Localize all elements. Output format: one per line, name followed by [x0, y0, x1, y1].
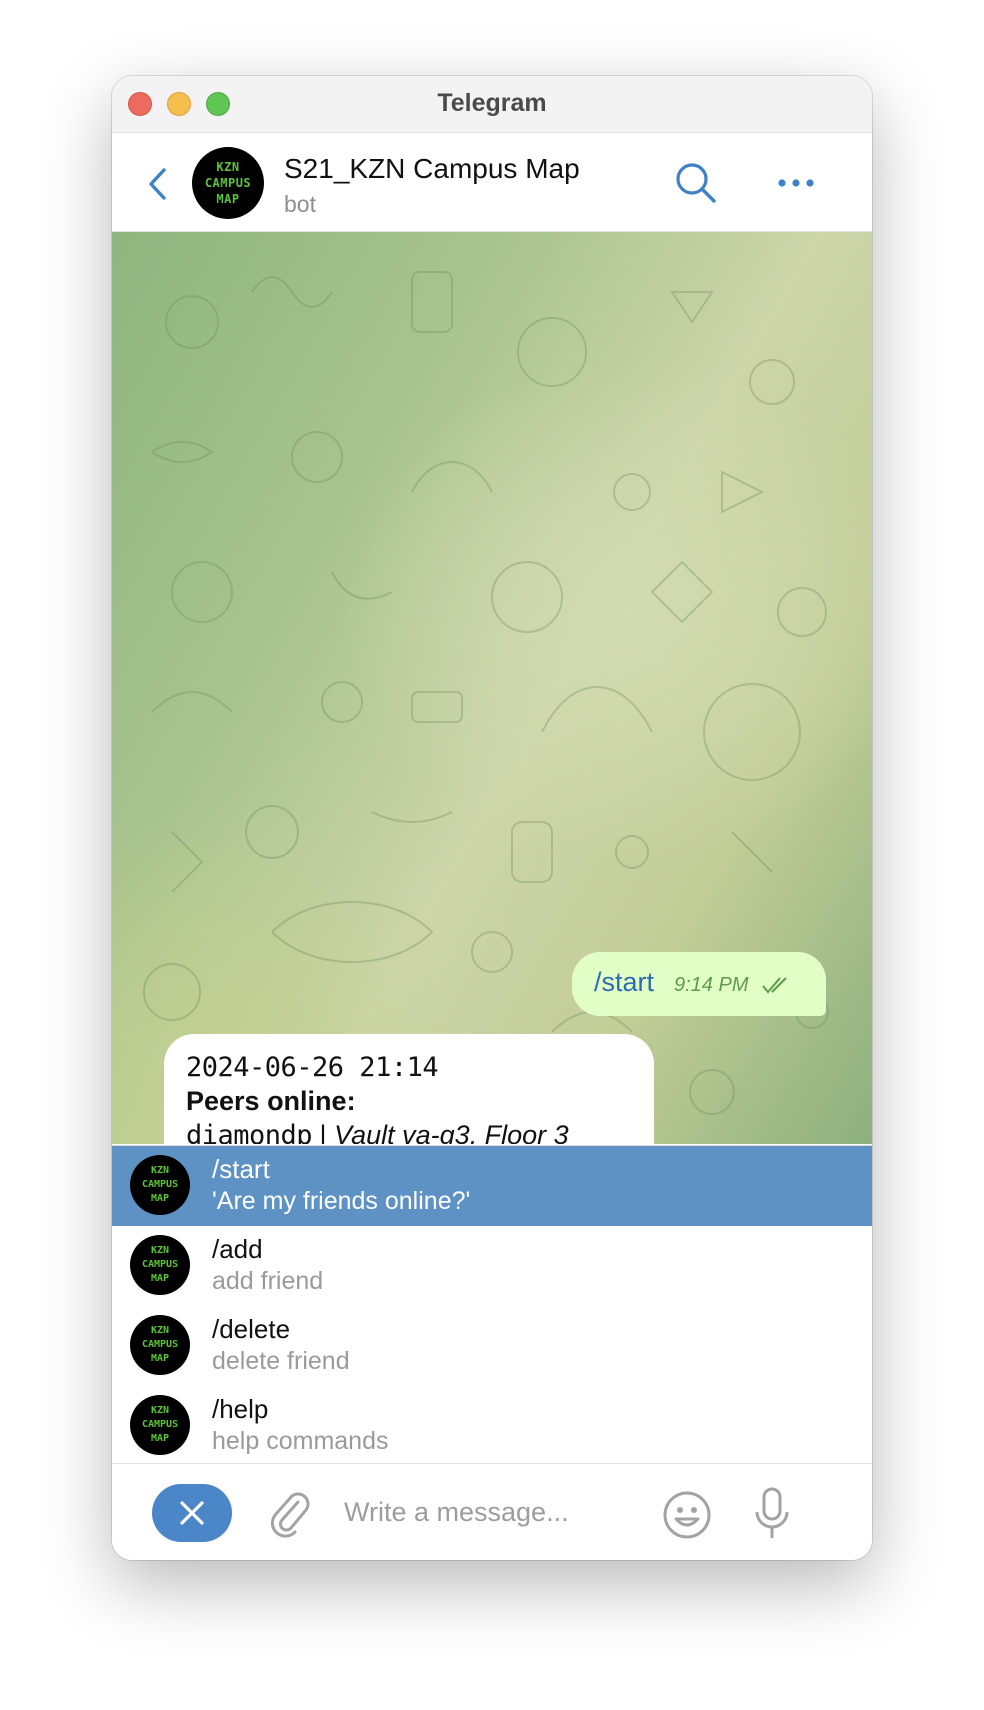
peers-online-heading: Peers online:: [186, 1086, 356, 1116]
outgoing-message-bubble[interactable]: /start 9:14 PM: [572, 952, 826, 1016]
avatar-text-line: KZN: [216, 160, 240, 174]
command-item-add[interactable]: KZN CAMPUS MAP /add add friend: [112, 1226, 872, 1306]
command-name: /help: [212, 1394, 269, 1424]
bot-avatar: KZN CAMPUS MAP: [130, 1395, 190, 1455]
title-bar: Telegram: [112, 76, 872, 133]
bot-avatar[interactable]: KZN CAMPUS MAP: [192, 147, 264, 219]
message-time: 9:14 PM: [674, 974, 749, 996]
search-icon[interactable]: [674, 161, 718, 205]
command-name: /add: [212, 1234, 263, 1264]
command-item-help[interactable]: KZN CAMPUS MAP /help help commands: [112, 1386, 872, 1466]
command-name: /delete: [212, 1314, 291, 1344]
avatar-text-line: MAP: [216, 192, 240, 206]
chat-title[interactable]: S21_KZN Campus Map: [284, 153, 580, 185]
avatar-text-line: CAMPUS: [141, 1259, 179, 1270]
microphone-icon[interactable]: [752, 1486, 792, 1542]
incoming-message-bubble[interactable]: 2024-06-26 21:14 Peers online: diamondp …: [164, 1034, 654, 1144]
avatar-text-line: CAMPUS: [204, 176, 252, 190]
avatar-text-line: MAP: [150, 1193, 170, 1204]
bot-command-suggestions: KZN CAMPUS MAP /start 'Are my friends on…: [112, 1145, 872, 1464]
command-item-start[interactable]: KZN CAMPUS MAP /start 'Are my friends on…: [112, 1146, 872, 1226]
avatar-text-line: CAMPUS: [141, 1419, 179, 1430]
avatar-text-line: MAP: [150, 1433, 170, 1444]
peer-separator: |: [312, 1120, 335, 1144]
peer-entry: diamondp | Vault va-g3, Floor 3: [186, 1120, 569, 1144]
command-description: 'Are my friends online?': [212, 1187, 471, 1215]
chat-messages-area[interactable]: /start 9:14 PM 2024-06-26 21:14 Peers on…: [112, 232, 872, 1144]
outgoing-message-text[interactable]: /start: [594, 967, 654, 998]
more-icon[interactable]: [776, 173, 816, 193]
peer-login: diamondp: [186, 1120, 313, 1144]
command-description: add friend: [212, 1267, 324, 1295]
message-input[interactable]: [344, 1492, 644, 1532]
avatar-text-line: KZN: [150, 1245, 170, 1256]
emoji-icon[interactable]: [662, 1490, 712, 1540]
chat-header: KZN CAMPUS MAP S21_KZN Campus Map bot: [112, 133, 872, 232]
close-icon: [180, 1501, 204, 1525]
command-description: delete friend: [212, 1347, 350, 1375]
peer-location: Vault va-g3, Floor 3: [334, 1120, 569, 1144]
window-title: Telegram: [437, 89, 547, 117]
avatar-text-line: KZN: [150, 1165, 170, 1176]
avatar-text-line: KZN: [150, 1405, 170, 1416]
avatar-text-line: MAP: [150, 1353, 170, 1364]
message-composer: [112, 1463, 872, 1560]
bot-avatar: KZN CAMPUS MAP: [130, 1315, 190, 1375]
avatar-text-line: KZN: [150, 1325, 170, 1336]
command-name: /start: [212, 1154, 270, 1184]
command-item-delete[interactable]: KZN CAMPUS MAP /delete delete friend: [112, 1306, 872, 1386]
double-check-icon: [762, 977, 787, 994]
bot-avatar: KZN CAMPUS MAP: [130, 1155, 190, 1215]
avatar-text-line: CAMPUS: [141, 1179, 179, 1190]
avatar-text-line: CAMPUS: [141, 1339, 179, 1350]
bot-avatar: KZN CAMPUS MAP: [130, 1235, 190, 1295]
avatar-text-line: MAP: [150, 1273, 170, 1284]
paperclip-icon[interactable]: [268, 1488, 312, 1538]
chevron-left-icon[interactable]: [148, 167, 168, 201]
chat-subtitle: bot: [284, 191, 316, 217]
cancel-button[interactable]: [152, 1484, 232, 1542]
telegram-window: Telegram KZN CAMPUS MAP S21_KZN Campus M…: [112, 76, 872, 1560]
command-description: help commands: [212, 1427, 389, 1455]
message-timestamp-text: 2024-06-26 21:14: [186, 1052, 439, 1083]
